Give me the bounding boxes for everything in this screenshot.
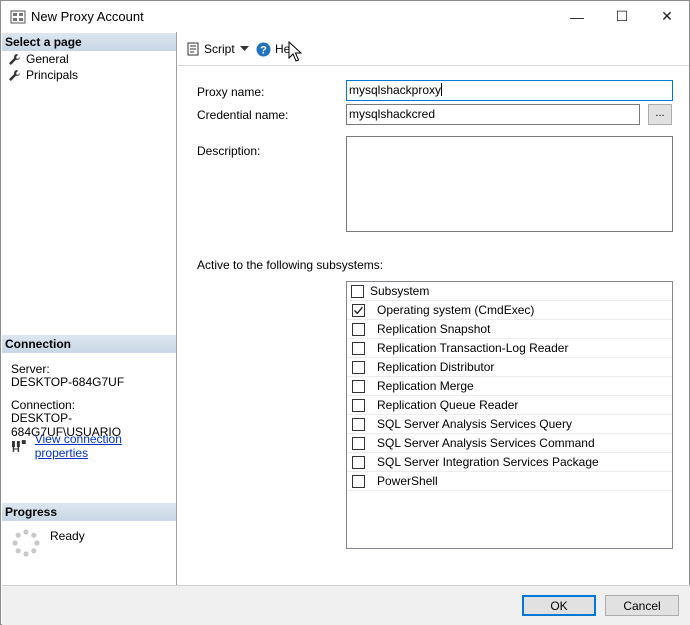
connection-label: Connection: [11,398,76,412]
svg-text:?: ? [260,44,267,56]
maximize-button[interactable]: ☐ [599,1,645,32]
chevron-down-icon [240,46,249,51]
subsystem-row: Replication Merge [347,377,672,396]
page-item-label: Principals [26,68,79,82]
ok-button[interactable]: OK [522,595,596,616]
subsystem-checkbox[interactable] [352,436,365,450]
subsystem-checkbox[interactable] [352,417,365,431]
subsystem-column-header: Subsystem [370,284,430,298]
title-bar: New Proxy Account — ☐ ✕ [1,1,689,32]
server-value: DESKTOP-684G7UF [11,375,125,389]
mouse-cursor-icon [288,41,302,62]
proxy-name-label: Proxy name: [197,85,265,99]
toolbar: Script ? Hel [178,32,689,66]
select-all-checkbox[interactable] [351,284,364,298]
browse-credential-button[interactable]: ... [648,104,672,125]
subsystems-label: Active to the following subsystems: [197,258,384,272]
proxy-name-input[interactable]: mysqlshackproxy [346,80,673,101]
description-textarea[interactable] [346,136,673,232]
text-caret [441,83,443,96]
close-icon: ✕ [661,8,673,24]
subsystem-checkbox[interactable] [352,474,365,488]
subsystem-label: SQL Server Integration Services Package [377,455,599,469]
credential-name-input[interactable]: mysqlshackcred [346,104,640,125]
subsystem-label: Replication Merge [377,379,474,393]
help-icon: ? [256,42,271,56]
credential-name-label: Credential name: [197,108,289,122]
subsystem-label: Replication Snapshot [377,322,491,336]
subsystem-label: PowerShell [377,474,438,488]
window-title: New Proxy Account [31,9,144,24]
subsystem-row: SQL Server Integration Services Package [347,453,672,472]
page-item-label: General [26,52,69,66]
progress-header: Progress [2,503,176,521]
script-icon [187,42,199,56]
connection-header: Connection [2,335,176,353]
proxy-name-value: mysqlshackproxy [349,83,442,97]
select-page-header: Select a page [2,33,176,51]
script-button[interactable]: Script [186,40,235,58]
subsystem-row: SQL Server Analysis Services Query [347,415,672,434]
close-button[interactable]: ✕ [644,1,690,32]
description-label: Description: [197,144,261,158]
script-dropdown-button[interactable] [240,40,249,58]
subsystem-row: Replication Queue Reader [347,396,672,415]
minimize-icon: — [570,8,584,25]
view-connection-properties-link[interactable]: View connection properties [35,432,176,460]
script-label: Script [204,42,235,56]
subsystems-list: Subsystem Operating system (CmdExec) Repl… [346,281,673,549]
connection-icon [11,440,26,452]
app-icon [10,10,26,24]
new-proxy-account-window: New Proxy Account — ☐ ✕ Select a page Ge… [0,0,690,625]
left-pane: Select a page General Principals Connect… [2,32,177,585]
subsystem-label: Replication Distributor [377,360,495,374]
cancel-button[interactable]: Cancel [605,595,679,616]
subsystem-header-row: Subsystem [347,282,672,301]
subsystem-checkbox[interactable] [352,341,365,355]
server-label: Server: [11,362,50,376]
wrench-icon [9,69,20,81]
general-page-content: Proxy name: mysqlshackproxy Credential n… [178,67,689,585]
subsystem-checkbox[interactable] [352,322,365,336]
subsystem-row: SQL Server Analysis Services Command [347,434,672,453]
view-connection-properties-row: View connection properties [11,432,176,460]
subsystem-checkbox[interactable] [352,398,365,412]
wrench-icon [9,53,20,65]
subsystem-label: Operating system (CmdExec) [377,303,535,317]
subsystem-label: SQL Server Analysis Services Command [377,436,595,450]
dialog-button-bar: OK Cancel [2,585,690,625]
page-item-principals[interactable]: Principals [8,67,78,83]
progress-spinner-icon [12,529,40,557]
subsystem-row: Operating system (CmdExec) [347,301,672,320]
subsystem-checkbox[interactable] [352,360,365,374]
subsystem-row: Replication Distributor [347,358,672,377]
subsystem-row: PowerShell [347,472,672,491]
subsystem-label: Replication Transaction-Log Reader [377,341,569,355]
subsystem-label: Replication Queue Reader [377,398,519,412]
subsystem-checkbox[interactable] [352,303,365,317]
minimize-button[interactable]: — [554,1,600,32]
credential-name-value: mysqlshackcred [349,107,436,121]
subsystem-checkbox[interactable] [352,379,365,393]
checkmark-icon [354,306,364,314]
page-item-general[interactable]: General [8,51,69,67]
progress-status: Ready [50,529,85,543]
maximize-icon: ☐ [615,8,629,24]
subsystem-row: Replication Snapshot [347,320,672,339]
subsystem-checkbox[interactable] [352,455,365,469]
subsystem-row: Replication Transaction-Log Reader [347,339,672,358]
subsystem-label: SQL Server Analysis Services Query [377,417,572,431]
